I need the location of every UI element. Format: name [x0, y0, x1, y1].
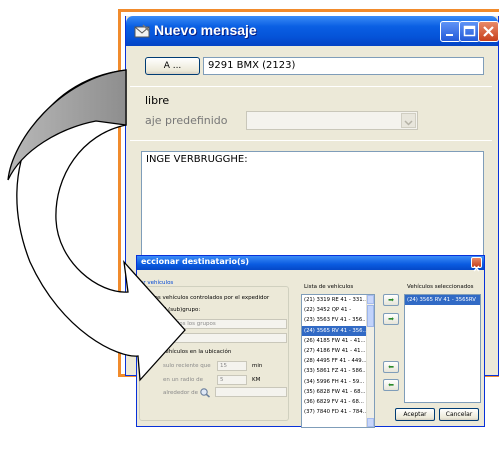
cancel-button[interactable]: Cancelar: [439, 408, 479, 421]
maximize-button[interactable]: [459, 21, 480, 42]
selected-vehicles-list[interactable]: (24) 3565 RV 41 - 3565RV: [404, 294, 481, 403]
dialog-close-button[interactable]: [471, 257, 482, 272]
predefined-message-label: aje predefinido: [145, 114, 228, 127]
radius-spinner[interactable]: 5: [217, 375, 247, 385]
vehicle-list-item[interactable]: (36) 6829 FV 41 - 68...: [302, 397, 374, 407]
close-button[interactable]: [478, 21, 499, 42]
divider: [130, 140, 492, 141]
new-message-titlebar[interactable]: Nuevo mensaje: [126, 16, 499, 46]
close-icon: [473, 265, 480, 272]
double-right-arrow-icon: ➡: [388, 296, 394, 304]
location-radio[interactable]: [152, 349, 159, 356]
envelope-icon: [134, 24, 150, 38]
vehicle-list-item[interactable]: (33) 5861 FZ 41 - 586...: [302, 366, 374, 376]
window-title: Nuevo mensaje: [154, 22, 257, 38]
vehicle-list-scrollbar[interactable]: [366, 295, 374, 427]
left-arrow-icon: ⬅: [388, 363, 394, 371]
maximize-icon: [463, 25, 476, 37]
radius-value: 5: [220, 377, 224, 383]
recent-label: sulo reciente que: [163, 363, 211, 369]
vehicle-list-item[interactable]: (21) 3319 RE 41 - 331...: [302, 295, 374, 305]
remove-all-button[interactable]: ⬅: [383, 379, 399, 391]
select-recipients-dialog: eccionar destinatario(s) ar vehículos os…: [136, 255, 485, 428]
recipient-field[interactable]: 9291 BMX (2123): [203, 57, 484, 75]
double-left-arrow-icon: ⬅: [388, 381, 394, 389]
selected-vehicle-item[interactable]: (24) 3565 RV 41 - 3565RV: [405, 295, 480, 306]
free-text-label: libre: [145, 94, 170, 107]
orange-frame-top: [118, 9, 499, 12]
scroll-up-icon[interactable]: [367, 295, 374, 304]
chevron-down-icon: [401, 113, 416, 128]
vehicle-list-header: Lista de vehículos: [304, 284, 354, 290]
add-button[interactable]: ➡: [383, 313, 399, 325]
screenshot-stage: Nuevo mensaje A ... 9291 BMX (2123) libr…: [0, 0, 499, 455]
minimize-button[interactable]: [440, 21, 461, 42]
option-location: Vehículos en la ubicación: [162, 349, 232, 355]
right-arrow-icon: ➡: [388, 315, 394, 323]
around-label: alrededor de: [163, 390, 199, 396]
vehicle-list-item[interactable]: (34) 5996 FH 41 - 59...: [302, 377, 374, 387]
recipient-button[interactable]: A ...: [145, 57, 200, 75]
vehicle-list-item[interactable]: (37) 7840 FD 41 - 784...: [302, 407, 374, 417]
vehicle-list-item[interactable]: (23) 3563 FV 41 - 356...: [302, 315, 374, 325]
subgroup-value: Todos los grupos: [170, 321, 216, 327]
predefined-message-select[interactable]: [246, 111, 418, 130]
recent-minutes-spinner[interactable]: 15: [217, 361, 247, 371]
minimize-icon: [446, 34, 453, 36]
radius-unit: KM: [252, 377, 261, 383]
orange-frame-left: [118, 9, 121, 377]
radius-label: en un radio de: [163, 377, 203, 383]
vehicle-list-item[interactable]: (35) 6828 FW 41 - 68...: [302, 387, 374, 397]
add-all-button[interactable]: ➡: [383, 294, 399, 306]
scroll-thumb[interactable]: [367, 305, 374, 327]
subgroup-secondary-select[interactable]: [165, 333, 287, 343]
divider: [130, 86, 492, 87]
scroll-down-icon[interactable]: [367, 418, 374, 427]
recent-value: 15: [220, 363, 227, 369]
subgroup-radio[interactable]: [141, 306, 148, 313]
vehicle-list-item[interactable]: (22) 3452 QP 41 -: [302, 305, 374, 315]
vehicle-list-item[interactable]: (27) 4186 FW 41 - 41...: [302, 346, 374, 356]
vehicle-list-item[interactable]: (28) 4495 FF 41 - 449...: [302, 356, 374, 366]
subgroup-select[interactable]: Todos los grupos: [165, 319, 287, 329]
arrow-shade: [7, 69, 127, 181]
close-icon: [483, 26, 494, 37]
location-field[interactable]: [215, 387, 287, 397]
vehicle-list-item[interactable]: (26) 4185 FW 41 - 41...: [302, 336, 374, 346]
accept-button[interactable]: Aceptar: [395, 408, 435, 421]
expeditor-radio[interactable]: [141, 294, 148, 301]
remove-button[interactable]: ⬅: [383, 361, 399, 373]
selected-vehicles-header: Vehículos seleccionados: [407, 284, 474, 290]
vehicle-list-item[interactable]: (24) 3565 RV 41 - 356...: [302, 325, 374, 336]
message-text: INGE VERBRUGGHE:: [146, 154, 248, 165]
location-search-icon[interactable]: [199, 387, 211, 398]
dialog-title: eccionar destinatario(s): [141, 257, 250, 266]
vehicle-list[interactable]: (21) 3319 RE 41 - 331... (22) 3452 QP 41 …: [301, 294, 375, 428]
recent-unit: min: [252, 363, 263, 369]
option-expeditor[interactable]: os los vehículos controlados por el expe…: [145, 295, 269, 301]
dialog-titlebar[interactable]: eccionar destinatario(s): [137, 256, 484, 272]
option-subgroup[interactable]: ulos del (sub)grupo:: [145, 307, 200, 313]
